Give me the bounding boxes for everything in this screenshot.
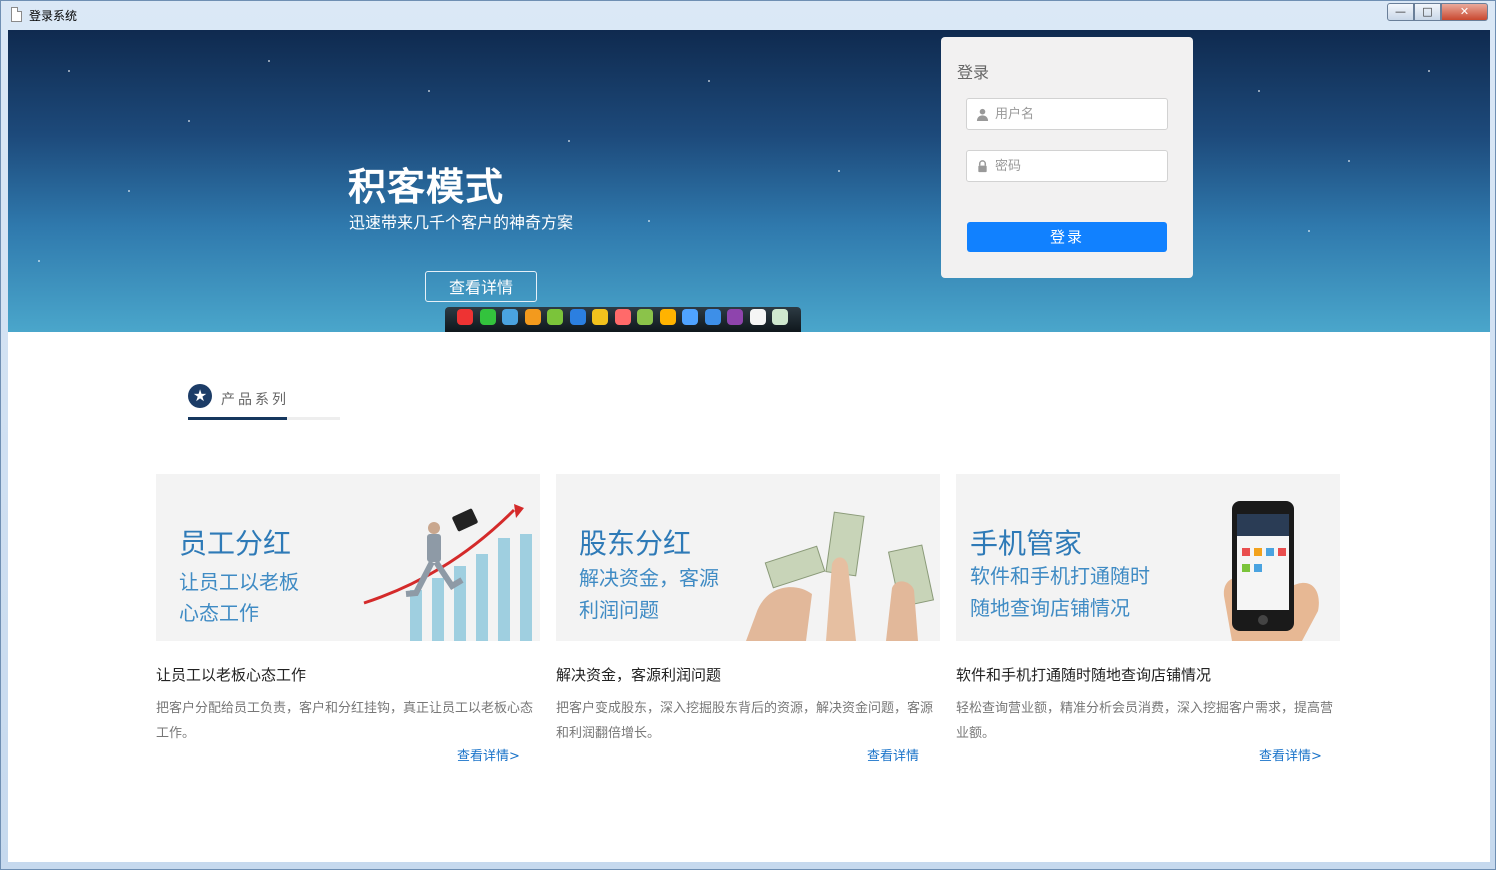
section-divider-active [188, 417, 287, 420]
phone-illustration [1223, 501, 1319, 641]
card-details-link[interactable]: 查看详情 [867, 745, 919, 764]
dock-app-icon[interactable] [457, 309, 473, 325]
card-headline: 员工分红 [179, 527, 292, 560]
hero-subtitle: 迅速带来几千个客户的神奇方案 [349, 213, 574, 232]
username-field-box [966, 98, 1168, 130]
dock-app-icon[interactable] [502, 309, 518, 325]
money-hands-illustration [746, 511, 935, 641]
dock-app-icon[interactable] [772, 309, 788, 325]
dock-app-icon[interactable] [614, 309, 631, 325]
card-line-1: 软件和手机打通随时 [970, 564, 1150, 588]
maximize-button[interactable]: □ [1414, 3, 1441, 21]
hero-banner: 积客模式 迅速带来几千个客户的神奇方案 查看详情 登录 登录 [8, 30, 1490, 332]
card-description: 轻松查询营业额，精准分析会员消费，深入挖掘客户需求，提高营业额。 [956, 701, 1334, 741]
card-title: 让员工以老板心态工作 [156, 666, 307, 684]
card-description: 把客户分配给员工负责，客户和分红挂钩，真正让员工以老板心态工作。 [156, 701, 534, 741]
login-submit-button[interactable]: 登录 [967, 222, 1167, 252]
password-input[interactable] [995, 151, 1163, 181]
dock-app-icon[interactable] [659, 309, 676, 325]
star-icon: ★ [188, 384, 212, 408]
dock-app-icon[interactable] [704, 309, 721, 325]
dock-app-icon[interactable] [749, 309, 766, 325]
dock-app-icon[interactable] [479, 309, 496, 325]
card-headline: 股东分红 [579, 527, 692, 560]
dock-app-icon[interactable] [547, 309, 563, 325]
title-bar[interactable]: 登录系统 — □ ✕ [1, 1, 1495, 30]
window-title: 登录系统 [29, 9, 78, 23]
card-line-1: 解决资金，客源 [579, 566, 719, 590]
product-series-heading: ★ 产品系列 [188, 384, 340, 420]
hero-details-button[interactable]: 查看详情 [425, 271, 537, 302]
card-line-1: 让员工以老板 [179, 570, 299, 594]
card-details-link[interactable]: 查看详情> [457, 745, 520, 764]
login-title: 登录 [957, 63, 990, 82]
app-dock [445, 307, 801, 332]
dock-app-icon[interactable] [637, 309, 653, 325]
card-description: 把客户变成股东，深入挖掘股东背后的资源，解决资金问题，客源和利润翻倍增长。 [556, 701, 934, 741]
dock-app-icon[interactable] [727, 309, 743, 325]
growth-chart-illustration [363, 504, 532, 641]
user-icon [976, 108, 989, 121]
card-line-2: 利润问题 [579, 598, 659, 622]
hero-title: 积客模式 [348, 165, 505, 209]
app-window: 登录系统 — □ ✕ 积客模式 迅速带来几千个客户的神奇方案 查看详情 登录 用… [0, 0, 1496, 870]
username-input[interactable] [995, 99, 1163, 129]
card-line-2: 心态工作 [179, 601, 259, 625]
close-button[interactable]: ✕ [1441, 3, 1488, 21]
dock-app-icon[interactable] [524, 309, 541, 325]
card-line-2: 随地查询店铺情况 [970, 596, 1130, 620]
minimize-button[interactable]: — [1387, 3, 1414, 21]
card-image: 员工分红 让员工以老板 心态工作 [156, 474, 540, 641]
section-label: 产品系列 [221, 392, 289, 408]
dock-app-icon[interactable] [592, 309, 608, 325]
card-headline: 手机管家 [970, 527, 1083, 560]
card-details-link[interactable]: 查看详情> [1259, 745, 1322, 764]
card-image: 股东分红 解决资金，客源 利润问题 [556, 474, 940, 641]
dock-app-icon[interactable] [569, 309, 586, 325]
lock-icon [978, 160, 987, 173]
page-content: 积客模式 迅速带来几千个客户的神奇方案 查看详情 登录 登录 ★ 产品系列 [8, 30, 1490, 862]
card-title: 解决资金，客源利润问题 [556, 666, 722, 684]
password-field-box [966, 150, 1168, 182]
document-icon [11, 7, 22, 22]
dock-app-icon[interactable] [682, 309, 698, 325]
card-title: 软件和手机打通随时随地查询店铺情况 [956, 666, 1212, 684]
card-image: 手机管家 软件和手机打通随时 随地查询店铺情况 [956, 474, 1340, 641]
login-panel: 登录 登录 [941, 37, 1193, 278]
